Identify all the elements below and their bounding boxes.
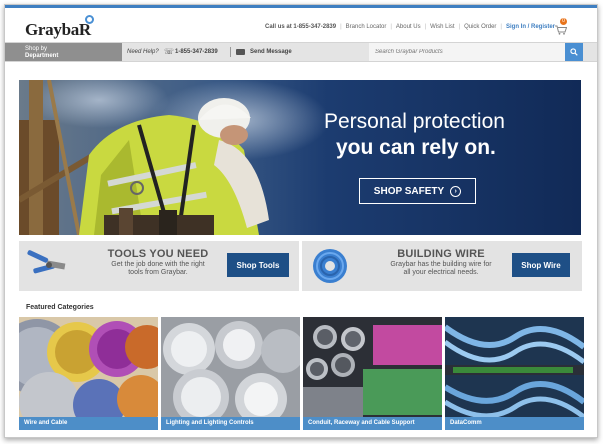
arrow-circle-icon: › — [450, 185, 462, 197]
wire-stripper-image — [27, 250, 66, 274]
promo-wire-desc-line1: Graybar has the building wire for — [390, 261, 492, 268]
network-cables-image — [445, 317, 584, 430]
promo-wire: BUILDING WIRE Graybar has the building w… — [302, 241, 582, 291]
shop-safety-label: SHOP SAFETY — [373, 185, 445, 197]
hero-headline-line2: you can rely on. — [336, 136, 496, 159]
promo-tools-desc-line1: Get the job done with the right — [111, 261, 205, 268]
promo-wire-desc-line2: all your electrical needs. — [403, 269, 479, 276]
building-wire-image — [313, 249, 347, 283]
site-header: GraybaR Call us at 1-855-347-2839 | Branch… — [5, 8, 597, 42]
mail-icon — [236, 49, 245, 55]
shop-wire-button[interactable]: Shop Wire — [512, 253, 570, 277]
search-button[interactable] — [565, 43, 583, 61]
search-input[interactable] — [369, 43, 565, 61]
search-icon — [570, 48, 578, 56]
shop-by-label: Shop by — [25, 46, 48, 52]
hero-banner[interactable]: Personal protection you can rely on. SHO… — [19, 80, 581, 235]
hero-headline-line1: Personal protection — [324, 110, 505, 133]
category-caption: DataComm — [445, 417, 584, 430]
category-tile-lighting[interactable]: Lighting and Lighting Controls — [161, 317, 300, 430]
featured-categories-heading: Featured Categories — [26, 304, 94, 311]
promo-wire-title: BUILDING WIRE — [397, 248, 485, 260]
utility-nav: Call us at 1-855-347-2839 | Branch Locator… — [265, 24, 555, 30]
need-help-label: Need Help? — [127, 49, 159, 55]
category-tile-conduit[interactable]: Conduit, Raceway and Cable Support — [303, 317, 442, 430]
category-caption: Conduit, Raceway and Cable Support — [303, 417, 442, 430]
category-tile-wire-and-cable[interactable]: Wire and Cable — [19, 317, 158, 430]
shop-safety-button[interactable]: SHOP SAFETY › — [359, 178, 476, 204]
promo-tools-title: TOOLS YOU NEED — [107, 248, 209, 260]
wish-list-link[interactable]: Wish List — [430, 24, 454, 30]
phone-icon: ☏ — [164, 47, 175, 56]
shop-tools-button[interactable]: Shop Tools — [227, 253, 289, 277]
category-caption: Lighting and Lighting Controls — [161, 417, 300, 430]
category-caption: Wire and Cable — [19, 417, 158, 430]
browser-frame: GraybaR Call us at 1-855-347-2839 | Branch… — [4, 4, 598, 438]
sign-in-link[interactable]: Sign In / Register — [506, 24, 555, 30]
logo-mark-icon — [85, 15, 94, 24]
nav-divider — [230, 47, 231, 57]
about-us-link[interactable]: About Us — [396, 24, 421, 30]
promo-tools-desc: Get the job done with the right tools fr… — [83, 261, 233, 277]
promo-wire-desc: Graybar has the building wire for all yo… — [366, 261, 516, 277]
call-us-text: Call us at 1-855-347-2839 — [265, 24, 337, 30]
cart-count-badge: 0 — [560, 18, 567, 25]
quick-order-link[interactable]: Quick Order — [464, 24, 496, 30]
led-fixtures-image — [161, 317, 300, 430]
category-tile-datacomm[interactable]: DataComm — [445, 317, 584, 430]
promo-tools-desc-line2: tools from Graybar. — [128, 269, 188, 276]
main-nav-bar: Shop by Department Need Help? ☏ 1-855-34… — [5, 42, 597, 62]
wire-spools-image — [19, 317, 158, 430]
hero-worker-image — [19, 80, 581, 235]
graybar-logo[interactable]: GraybaR — [25, 20, 91, 40]
conduit-pipes-image — [303, 317, 442, 430]
nav-phone-link[interactable]: 1-855-347-2839 — [175, 49, 218, 55]
shop-by-department-button[interactable]: Shop by Department — [5, 43, 122, 61]
promo-tools: TOOLS YOU NEED Get the job done with the… — [19, 241, 299, 291]
send-message-link[interactable]: Send Message — [250, 49, 292, 55]
department-label: Department — [25, 53, 59, 59]
branch-locator-link[interactable]: Branch Locator — [346, 24, 387, 30]
